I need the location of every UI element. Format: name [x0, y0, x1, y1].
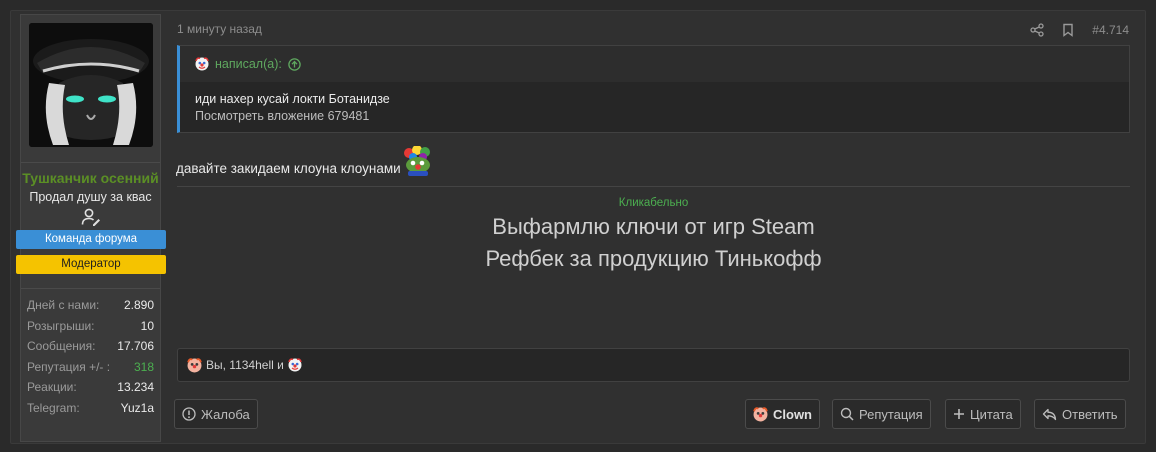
stat-value[interactable]: Yuz1a: [121, 398, 154, 419]
quote-block: написал(а): иди нахер кусай локти Ботани…: [177, 45, 1130, 133]
stat-row-telegram: Telegram: Yuz1a: [27, 398, 154, 419]
quote-label: Цитата: [970, 406, 1013, 422]
user-info: Тушканчик осенний Продал душу за квас Ко…: [16, 162, 166, 274]
reply-button[interactable]: Ответить: [1034, 399, 1126, 429]
stat-row-days: Дней с нами: 2.890: [27, 295, 154, 316]
reply-label: Ответить: [1062, 406, 1118, 422]
plus-icon: [954, 409, 964, 419]
reputation-button[interactable]: Репутация: [832, 399, 931, 429]
bookmark-icon[interactable]: [1062, 23, 1074, 37]
stat-label: Розыгрыши:: [27, 318, 95, 333]
username[interactable]: Тушканчик осенний: [21, 169, 160, 188]
quote-text: иди нахер кусай локти Ботанидзе: [195, 92, 390, 106]
stat-label: Репутация +/- :: [27, 359, 111, 374]
quote-author-label[interactable]: написал(а):: [215, 57, 282, 71]
separator: [177, 186, 1130, 187]
stat-row-reactions: Реакции: 13.234: [27, 377, 154, 398]
quote-button[interactable]: Цитата: [945, 399, 1021, 429]
user-column: Тушканчик осенний Продал душу за квас Ко…: [16, 14, 166, 442]
user-edit-icon: [81, 208, 100, 226]
user-title: Продал душу за квас: [29, 190, 152, 204]
warning-icon: [182, 407, 196, 421]
user-stats: Дней с нами: 2.890 Розыгрыши: 10 Сообщен…: [21, 288, 160, 418]
quote-header: написал(а):: [180, 46, 1129, 82]
stat-label: Telegram:: [27, 400, 80, 415]
stat-row-reputation: Репутация +/- : 318: [27, 357, 154, 378]
reply-icon: [1042, 408, 1057, 420]
stat-row-messages: Сообщения: 17.706: [27, 336, 154, 357]
stat-value: 13.234: [117, 380, 154, 394]
post-message: давайте закидаем клоуна клоунами: [176, 146, 1131, 176]
arrow-up-circle-icon[interactable]: [288, 57, 301, 71]
share-icon[interactable]: [1030, 23, 1044, 37]
banner-team: Команда форума: [16, 230, 166, 249]
banner-moderator: Модератор: [16, 255, 166, 274]
clown-label: Clown: [773, 406, 812, 422]
stat-label: Реакции:: [27, 380, 77, 394]
stat-value: 2.890: [123, 298, 154, 312]
clown-icon: [288, 358, 302, 372]
quote-body: иди нахер кусай локти Ботанидзе Посмотре…: [180, 82, 1129, 125]
stat-label: Сообщения:: [27, 339, 96, 353]
pepe-clown-icon: [403, 146, 430, 176]
stat-value: 10: [140, 318, 154, 333]
report-label: Жалоба: [201, 406, 250, 422]
reputation-label: Репутация: [859, 406, 923, 422]
post-actions: #4.714: [1030, 23, 1129, 37]
stat-row-giveaways: Розыгрыши: 10: [27, 316, 154, 337]
post-main: 1 минуту назад #4.714 написал(а): иди на…: [174, 11, 1131, 443]
clown-icon: [753, 406, 768, 421]
stat-value: 17.706: [117, 339, 154, 353]
stat-label: Дней с нами:: [27, 298, 100, 312]
search-icon: [840, 407, 854, 421]
avatar[interactable]: [28, 23, 153, 147]
clown-icon: [187, 357, 202, 372]
avatar-image: [28, 23, 153, 147]
reactions-bar[interactable]: Вы, 1134hell и: [177, 348, 1130, 382]
reactions-text[interactable]: Вы, 1134hell и: [206, 358, 284, 372]
clown-icon: [195, 57, 209, 71]
clickable-note: Кликабельно: [618, 197, 689, 209]
promo-link-tinkoff[interactable]: Рефбек за продукцию Тинькофф: [176, 246, 1131, 272]
promo-link-steam[interactable]: Выфармлю ключи от игр Steam: [176, 214, 1131, 240]
post-number[interactable]: #4.714: [1092, 23, 1129, 37]
forum-post: Тушканчик осенний Продал душу за квас Ко…: [10, 10, 1146, 444]
post-timestamp[interactable]: 1 минуту назад: [177, 22, 262, 36]
message-text: давайте закидаем клоуна клоунами: [176, 161, 401, 176]
report-button[interactable]: Жалоба: [174, 399, 258, 429]
clown-reaction-button[interactable]: Clown: [745, 399, 820, 429]
attachment-link[interactable]: Посмотреть вложение 679481: [195, 108, 1129, 125]
stat-value: 318: [133, 359, 154, 374]
